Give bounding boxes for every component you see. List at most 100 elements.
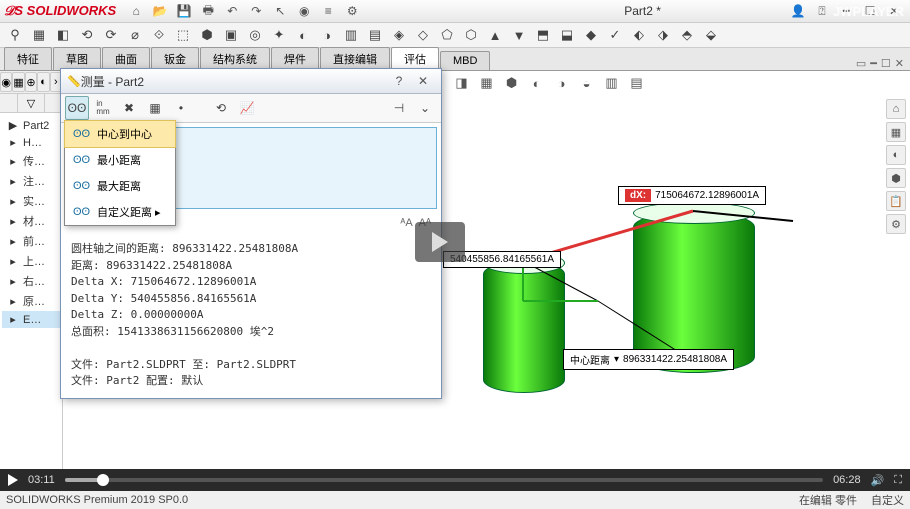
tab-evaluate[interactable]: 评估 (391, 47, 439, 70)
history-icon[interactable]: ⟲ (209, 96, 233, 120)
tool-icon[interactable]: ⟐ (148, 24, 170, 46)
tree-item[interactable]: ▸传… (2, 151, 60, 171)
tree-tab-icon[interactable]: ◐ (37, 72, 49, 92)
tree-item[interactable]: ▸右… (2, 271, 60, 291)
taskpane-icon[interactable]: 📋 (886, 191, 906, 211)
tree-item[interactable]: ▸材… (2, 211, 60, 231)
tree-item[interactable]: ▸E… (2, 311, 60, 328)
tab-sheetmetal[interactable]: 钣金 (151, 47, 199, 70)
tool-icon[interactable]: ⬙ (700, 24, 722, 46)
dropdown-item-max[interactable]: ʘʘ最大距离 (65, 173, 175, 199)
user-icon[interactable]: 👤 (787, 1, 809, 21)
tree-item[interactable]: ▸实… (2, 191, 60, 211)
taskpane-icon[interactable]: ⌂ (886, 99, 906, 119)
tool-icon[interactable]: ◑ (316, 24, 338, 46)
tool-icon[interactable]: ◆ (580, 24, 602, 46)
tree-item[interactable]: ▸前… (2, 231, 60, 251)
tool-icon[interactable]: ⬗ (652, 24, 674, 46)
tab-mbd[interactable]: MBD (440, 51, 490, 70)
doc-max-icon[interactable]: ☐ (881, 57, 891, 70)
textsize-small-icon[interactable]: ᴬA (400, 217, 412, 229)
tool-icon[interactable]: ⬘ (676, 24, 698, 46)
point-icon[interactable]: • (169, 96, 193, 120)
doc-close-icon[interactable]: ✕ (895, 57, 904, 70)
view-icon[interactable]: ◨ (451, 72, 473, 94)
progress-track[interactable] (65, 478, 823, 482)
print-icon[interactable]: 🖶 (197, 1, 219, 21)
options-icon[interactable]: ≡ (317, 1, 339, 21)
filter-icon[interactable]: ▽ (17, 93, 45, 113)
taskpane-icon[interactable]: ◐ (886, 145, 906, 165)
tool-icon[interactable]: ⬒ (532, 24, 554, 46)
pin-icon[interactable]: ⊣ (387, 96, 411, 120)
tool-icon[interactable]: ▣ (220, 24, 242, 46)
settings-icon[interactable]: ⚙ (341, 1, 363, 21)
save-icon[interactable]: 💾 (173, 1, 195, 21)
tab-feature[interactable]: 特征 (4, 47, 52, 70)
tool-icon[interactable]: ⟳ (100, 24, 122, 46)
open-icon[interactable]: 📂 (149, 1, 171, 21)
tool-icon[interactable]: ⌀ (124, 24, 146, 46)
tree-tab-icon[interactable]: ▦ (12, 72, 24, 92)
tree-tab-icon[interactable]: ⊕ (25, 72, 37, 92)
calc-icon[interactable]: ▦ (143, 96, 167, 120)
tool-icon[interactable]: ⬚ (172, 24, 194, 46)
tool-icon[interactable]: ✓ (604, 24, 626, 46)
fullscreen-icon[interactable]: ⛶ (894, 474, 902, 487)
tool-icon[interactable]: ⬖ (628, 24, 650, 46)
tool-icon[interactable]: ◈ (388, 24, 410, 46)
tab-sketch[interactable]: 草图 (53, 47, 101, 70)
tree-item[interactable]: ▸原… (2, 291, 60, 311)
help-icon[interactable]: ? (387, 72, 411, 90)
tree-item[interactable]: ▸H… (2, 134, 60, 151)
tool-icon[interactable]: ⚲ (4, 24, 26, 46)
dropdown-item-custom[interactable]: ʘʘ自定义距离 ▸ (65, 199, 175, 225)
tool-icon[interactable]: ◇ (412, 24, 434, 46)
play-icon[interactable] (8, 474, 18, 486)
tool-icon[interactable]: ⬡ (460, 24, 482, 46)
view-icon[interactable]: ▥ (601, 72, 623, 94)
expand-icon[interactable]: ⌄ (413, 96, 437, 120)
view-icon[interactable]: ◒ (576, 72, 598, 94)
taskpane-icon[interactable]: ⬢ (886, 168, 906, 188)
tool-icon[interactable]: ⬢ (196, 24, 218, 46)
tool-icon[interactable]: ✦ (268, 24, 290, 46)
volume-icon[interactable]: 🔊 (871, 474, 885, 487)
taskpane-icon[interactable]: ⚙ (886, 214, 906, 234)
tab-structure[interactable]: 结构系统 (200, 47, 270, 70)
cylinder-1[interactable] (483, 261, 565, 393)
measure-dialog[interactable]: 📏 测量 - Part2 ? ✕ ʘʘ inmm ✖ ▦ • ⟲ 📈 ⊣ ⌄ ᴬ… (60, 68, 442, 399)
tool-icon[interactable]: ▤ (364, 24, 386, 46)
view-icon[interactable]: ▦ (476, 72, 498, 94)
home-icon[interactable]: ⌂ (125, 1, 147, 21)
tree-item[interactable]: ▸上… (2, 251, 60, 271)
tool-icon[interactable]: ▥ (340, 24, 362, 46)
units-button[interactable]: inmm (91, 96, 115, 120)
doc-min-icon[interactable]: ━ (870, 57, 877, 70)
tool-icon[interactable]: ◧ (52, 24, 74, 46)
tool-icon[interactable]: ◎ (244, 24, 266, 46)
doc-tab-icon[interactable]: ▭ (856, 57, 866, 70)
tab-weldments[interactable]: 焊件 (271, 47, 319, 70)
arc-mode-dropdown[interactable]: ʘʘ中心到中心 ʘʘ最小距离 ʘʘ最大距离 ʘʘ自定义距离 ▸ (64, 120, 176, 226)
xyz-icon[interactable]: ✖ (117, 96, 141, 120)
rebuild-icon[interactable]: ◉ (293, 1, 315, 21)
tab-directedit[interactable]: 直接编辑 (320, 47, 390, 70)
redo-icon[interactable]: ↷ (245, 1, 267, 21)
chevron-down-icon[interactable]: ▾ (614, 354, 619, 365)
tool-icon[interactable]: ▦ (28, 24, 50, 46)
view-icon[interactable]: ▤ (626, 72, 648, 94)
chart-icon[interactable]: 📈 (235, 96, 259, 120)
undo-icon[interactable]: ↶ (221, 1, 243, 21)
taskpane-icon[interactable]: ▦ (886, 122, 906, 142)
tool-icon[interactable]: ⟲ (76, 24, 98, 46)
select-icon[interactable]: ↖ (269, 1, 291, 21)
view-icon[interactable]: ⬢ (501, 72, 523, 94)
tool-icon[interactable]: ◐ (292, 24, 314, 46)
close-icon[interactable]: ✕ (411, 72, 435, 90)
tool-icon[interactable]: ▼ (508, 24, 530, 46)
arc-mode-icon[interactable]: ʘʘ (65, 96, 89, 120)
tab-surface[interactable]: 曲面 (102, 47, 150, 70)
view-icon[interactable]: ◑ (551, 72, 573, 94)
tool-icon[interactable]: ⬓ (556, 24, 578, 46)
